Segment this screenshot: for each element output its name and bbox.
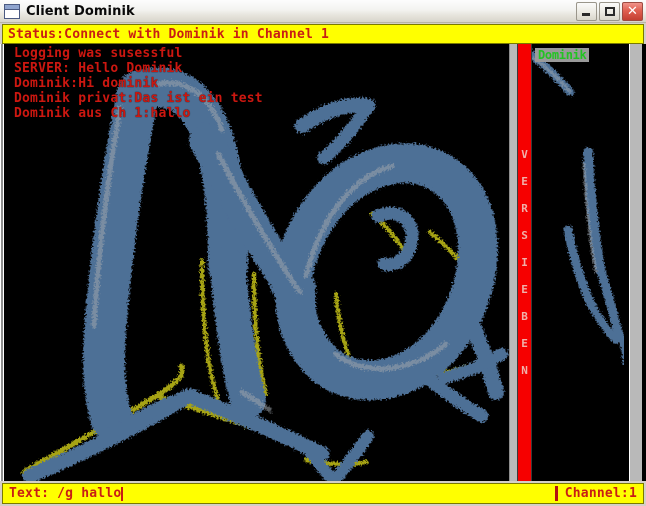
divider-letter: R	[521, 202, 528, 215]
status-bar: Status:Connect with Dominik in Channel 1	[2, 24, 644, 44]
window-title: Client Dominik	[26, 3, 135, 19]
canvas-artwork	[6, 44, 509, 481]
right-border	[624, 44, 646, 481]
channel-separator	[554, 486, 558, 501]
divider-letter: N	[521, 364, 528, 377]
vertical-divider: V E R S I E B E N	[517, 44, 532, 481]
close-icon: ✕	[627, 4, 638, 19]
user-list-item[interactable]: Dominik	[535, 48, 590, 62]
panel-gap	[509, 44, 517, 481]
client-window: Client Dominik ✕ Status:Connect with Dom…	[0, 0, 646, 506]
title-bar[interactable]: Client Dominik ✕	[0, 0, 646, 23]
window-icon	[4, 3, 20, 19]
maximize-icon	[605, 7, 615, 16]
channel-indicator: Channel:1	[564, 486, 637, 501]
minimize-icon	[582, 13, 590, 16]
message-input-bar[interactable]: Text: /g hallo Channel:1	[2, 483, 644, 504]
status-text: Status:Connect with Dominik in Channel 1	[8, 26, 330, 42]
divider-letter: E	[521, 337, 528, 350]
text-caret	[121, 486, 124, 501]
divider-letter: B	[521, 310, 528, 323]
userlist-artwork	[532, 44, 624, 481]
user-list-panel[interactable]: Dominik	[532, 44, 624, 481]
close-button[interactable]: ✕	[622, 2, 643, 21]
divider-letter: S	[521, 229, 528, 242]
work-area: Logging was susessful SERVER: Hello Domi…	[0, 44, 646, 481]
divider-letter: I	[521, 256, 528, 269]
divider-letter: V	[521, 148, 528, 161]
maximize-button[interactable]	[599, 2, 620, 21]
divider-letter: E	[521, 175, 528, 188]
drawing-canvas[interactable]: Logging was susessful SERVER: Hello Domi…	[6, 44, 509, 481]
message-input[interactable]: Text: /g hallo	[9, 486, 121, 501]
minimize-button[interactable]	[576, 2, 597, 21]
window-controls: ✕	[576, 2, 643, 21]
divider-letter: E	[521, 283, 528, 296]
